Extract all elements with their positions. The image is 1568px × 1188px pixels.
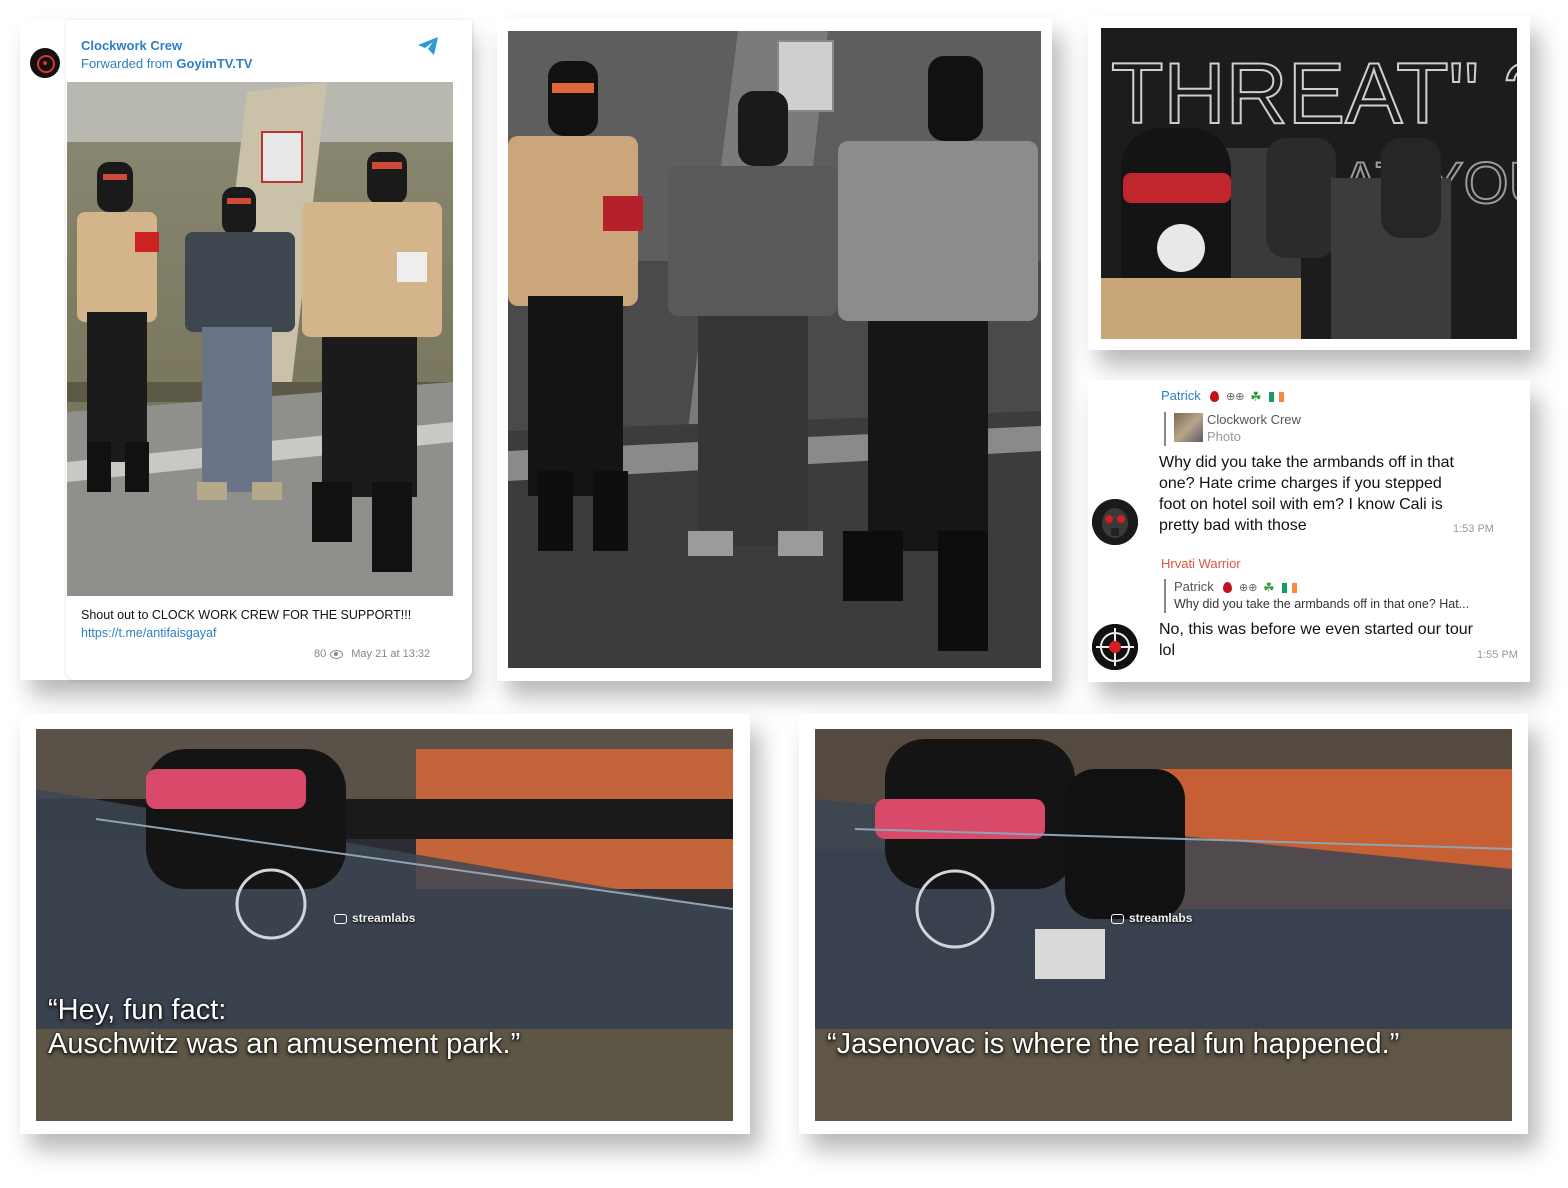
post-photo[interactable] <box>67 82 453 596</box>
cross-symbol-icon: ⊕⊕ <box>1238 582 1258 595</box>
message-2-sender[interactable]: Hrvati Warrior <box>1161 556 1241 571</box>
telegram-post-card: Clockwork Crew Forwarded from GoyimTV.TV <box>20 20 472 680</box>
cross-symbol-icon: ⊕⊕ <box>1225 391 1245 404</box>
gasmask-icon <box>1092 499 1138 545</box>
crosshair-avatar-icon[interactable] <box>30 48 60 78</box>
video-frame-1-card: streamlabs “Hey, fun fact: Auschwitz was… <box>20 714 750 1134</box>
forwarded-source[interactable]: GoyimTV.TV <box>176 56 252 71</box>
grayscale-photo-card <box>497 18 1052 681</box>
blood-drop-icon <box>1210 391 1220 403</box>
message-1-body: Why did you take the armbands off in tha… <box>1159 454 1454 534</box>
watermark-text: streamlabs <box>1129 911 1193 925</box>
streamlabs-icon <box>334 913 347 924</box>
channel-name[interactable]: Clockwork Crew <box>81 38 182 53</box>
reply-to-snippet: Why did you take the armbands off in tha… <box>1174 597 1470 611</box>
message-1-time: 1:53 PM <box>1453 523 1494 535</box>
blood-drop-icon <box>1223 582 1233 594</box>
post-photo-art <box>67 82 453 596</box>
crosshair-avatar-icon <box>1092 624 1138 670</box>
selfie-photo[interactable]: THREAT" ? AT YOUR <box>1101 28 1517 339</box>
shamrock-icon: ☘ <box>1250 388 1262 404</box>
selfie-photo-art: THREAT" ? AT YOUR <box>1101 28 1517 339</box>
post-text: Shout out to CLOCK WORK CREW FOR THE SUP… <box>81 608 412 622</box>
ireland-flag-icon <box>1269 391 1285 402</box>
reply-thumbnail <box>1174 413 1203 442</box>
ireland-flag-icon <box>1282 582 1298 593</box>
post-link[interactable]: https://t.me/antifaisgayaf <box>81 626 217 640</box>
streamlabs-icon <box>1111 913 1124 924</box>
post-date: May 21 at 13:32 <box>351 648 431 660</box>
watermark-text: streamlabs <box>352 911 416 925</box>
view-count: 80 <box>314 648 327 660</box>
selfie-photo-card: THREAT" ? AT YOUR <box>1088 16 1530 350</box>
patrick-avatar[interactable] <box>1092 499 1138 545</box>
video-1-caption: “Hey, fun fact: Auschwitz was an amuseme… <box>48 993 520 1061</box>
chat-thread-card: Patrick ⊕⊕ ☘ Clockwork Crew Photo Why di… <box>1088 380 1530 682</box>
forwarded-from[interactable]: Forwarded from GoyimTV.TV <box>81 56 252 71</box>
message-1-sender[interactable]: Patrick ⊕⊕ ☘ <box>1161 388 1285 405</box>
reply-to-name: Clockwork Crew <box>1207 412 1301 427</box>
hrvati-warrior-avatar[interactable] <box>1092 624 1138 670</box>
reply-emojis: ⊕⊕ ☘ <box>1223 579 1298 596</box>
video-frame-1-art <box>36 729 733 1121</box>
wall-graffiti: THREAT" ? <box>1111 46 1517 142</box>
video-frame-2[interactable]: streamlabs “Jasenovac is where the real … <box>815 729 1512 1121</box>
sender-name[interactable]: Patrick <box>1161 388 1201 403</box>
caption-line-2: Auschwitz was an amusement park.” <box>48 1028 521 1060</box>
video-frame-2-card: streamlabs “Jasenovac is where the real … <box>799 714 1528 1134</box>
message-2-time: 1:55 PM <box>1477 649 1518 661</box>
video-frame-2-art <box>815 729 1512 1121</box>
reply-to-type: Photo <box>1207 429 1241 444</box>
sender-emojis: ⊕⊕ ☘ <box>1210 388 1285 405</box>
video-2-caption: “Jasenovac is where the real fun happene… <box>827 1028 1400 1060</box>
shamrock-icon: ☘ <box>1263 579 1275 595</box>
streamlabs-watermark: streamlabs <box>1111 911 1192 925</box>
reply-to-name: Patrick <box>1174 579 1214 594</box>
forwarded-prefix: Forwarded from <box>81 56 177 71</box>
streamlabs-watermark: streamlabs <box>334 911 415 925</box>
reply-to-header: Patrick ⊕⊕ ☘ <box>1174 579 1298 596</box>
grayscale-group-photo[interactable] <box>508 31 1041 668</box>
message-2-reply-quote[interactable]: Patrick ⊕⊕ ☘ Why did you take the armban… <box>1164 579 1524 613</box>
video-frame-1[interactable]: streamlabs “Hey, fun fact: Auschwitz was… <box>36 729 733 1121</box>
eye-icon <box>330 649 344 659</box>
message-1-reply-quote[interactable]: Clockwork Crew Photo <box>1164 412 1301 446</box>
message-2-body: No, this was before we even started our … <box>1159 621 1473 659</box>
post-meta: 80 May 21 at 13:32 <box>314 648 430 660</box>
grayscale-photo-art <box>508 31 1041 668</box>
caption-line-1: “Hey, fun fact: <box>48 994 227 1026</box>
telegram-plane-icon[interactable] <box>417 36 439 56</box>
